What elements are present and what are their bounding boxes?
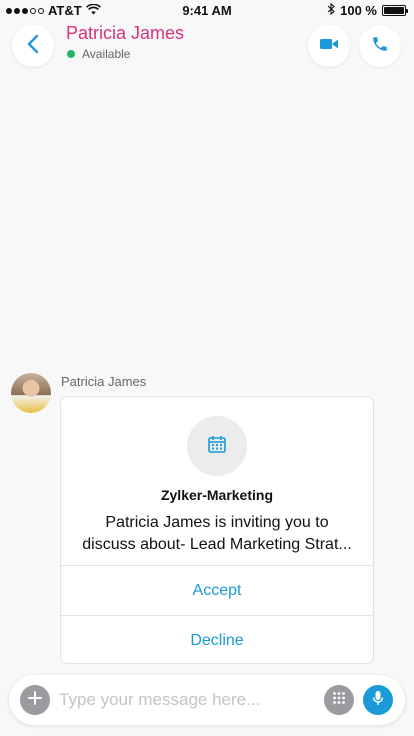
presence-label: Available: [82, 47, 131, 61]
message-input[interactable]: [59, 687, 309, 713]
video-call-button[interactable]: [308, 25, 350, 67]
attach-button[interactable]: [20, 685, 50, 715]
voice-message-button[interactable]: [363, 685, 393, 715]
invite-message: Patricia James is inviting you to discus…: [71, 512, 363, 556]
accept-button[interactable]: Accept: [61, 566, 373, 615]
message-composer: [9, 675, 405, 725]
avatar[interactable]: [11, 373, 51, 413]
calendar-icon-badge: [187, 416, 247, 476]
microphone-icon: [372, 690, 384, 711]
presence-status: Available: [67, 47, 130, 61]
invite-message-line: Patricia James is inviting you to: [105, 514, 329, 531]
chat-header: Patricia James Available: [0, 20, 414, 74]
decline-button[interactable]: Decline: [61, 616, 373, 665]
battery-icon: [382, 5, 408, 16]
status-right: 100 %: [327, 2, 408, 18]
phone-icon: [371, 35, 389, 58]
grid-icon: [332, 691, 346, 710]
presence-dot: [67, 50, 75, 58]
chevron-left-icon: [26, 34, 40, 59]
audio-call-button[interactable]: [359, 25, 401, 67]
calendar-icon: [207, 434, 227, 459]
apps-button[interactable]: [324, 685, 354, 715]
status-bar: AT&T 9:41 AM 100 %: [0, 0, 414, 20]
back-button[interactable]: [12, 25, 54, 67]
video-camera-icon: [319, 37, 339, 56]
plus-icon: [28, 690, 42, 710]
battery-percent: 100 %: [340, 3, 377, 18]
sender-name: Patricia James: [61, 374, 147, 389]
meeting-invite-card: Zylker-Marketing Patricia James is invit…: [60, 396, 374, 664]
contact-name[interactable]: Patricia James: [66, 23, 184, 44]
bluetooth-icon: [327, 2, 335, 18]
invite-title: Zylker-Marketing: [160, 487, 274, 503]
invite-message-line: discuss about- Lead Marketing Strat...: [82, 536, 352, 553]
